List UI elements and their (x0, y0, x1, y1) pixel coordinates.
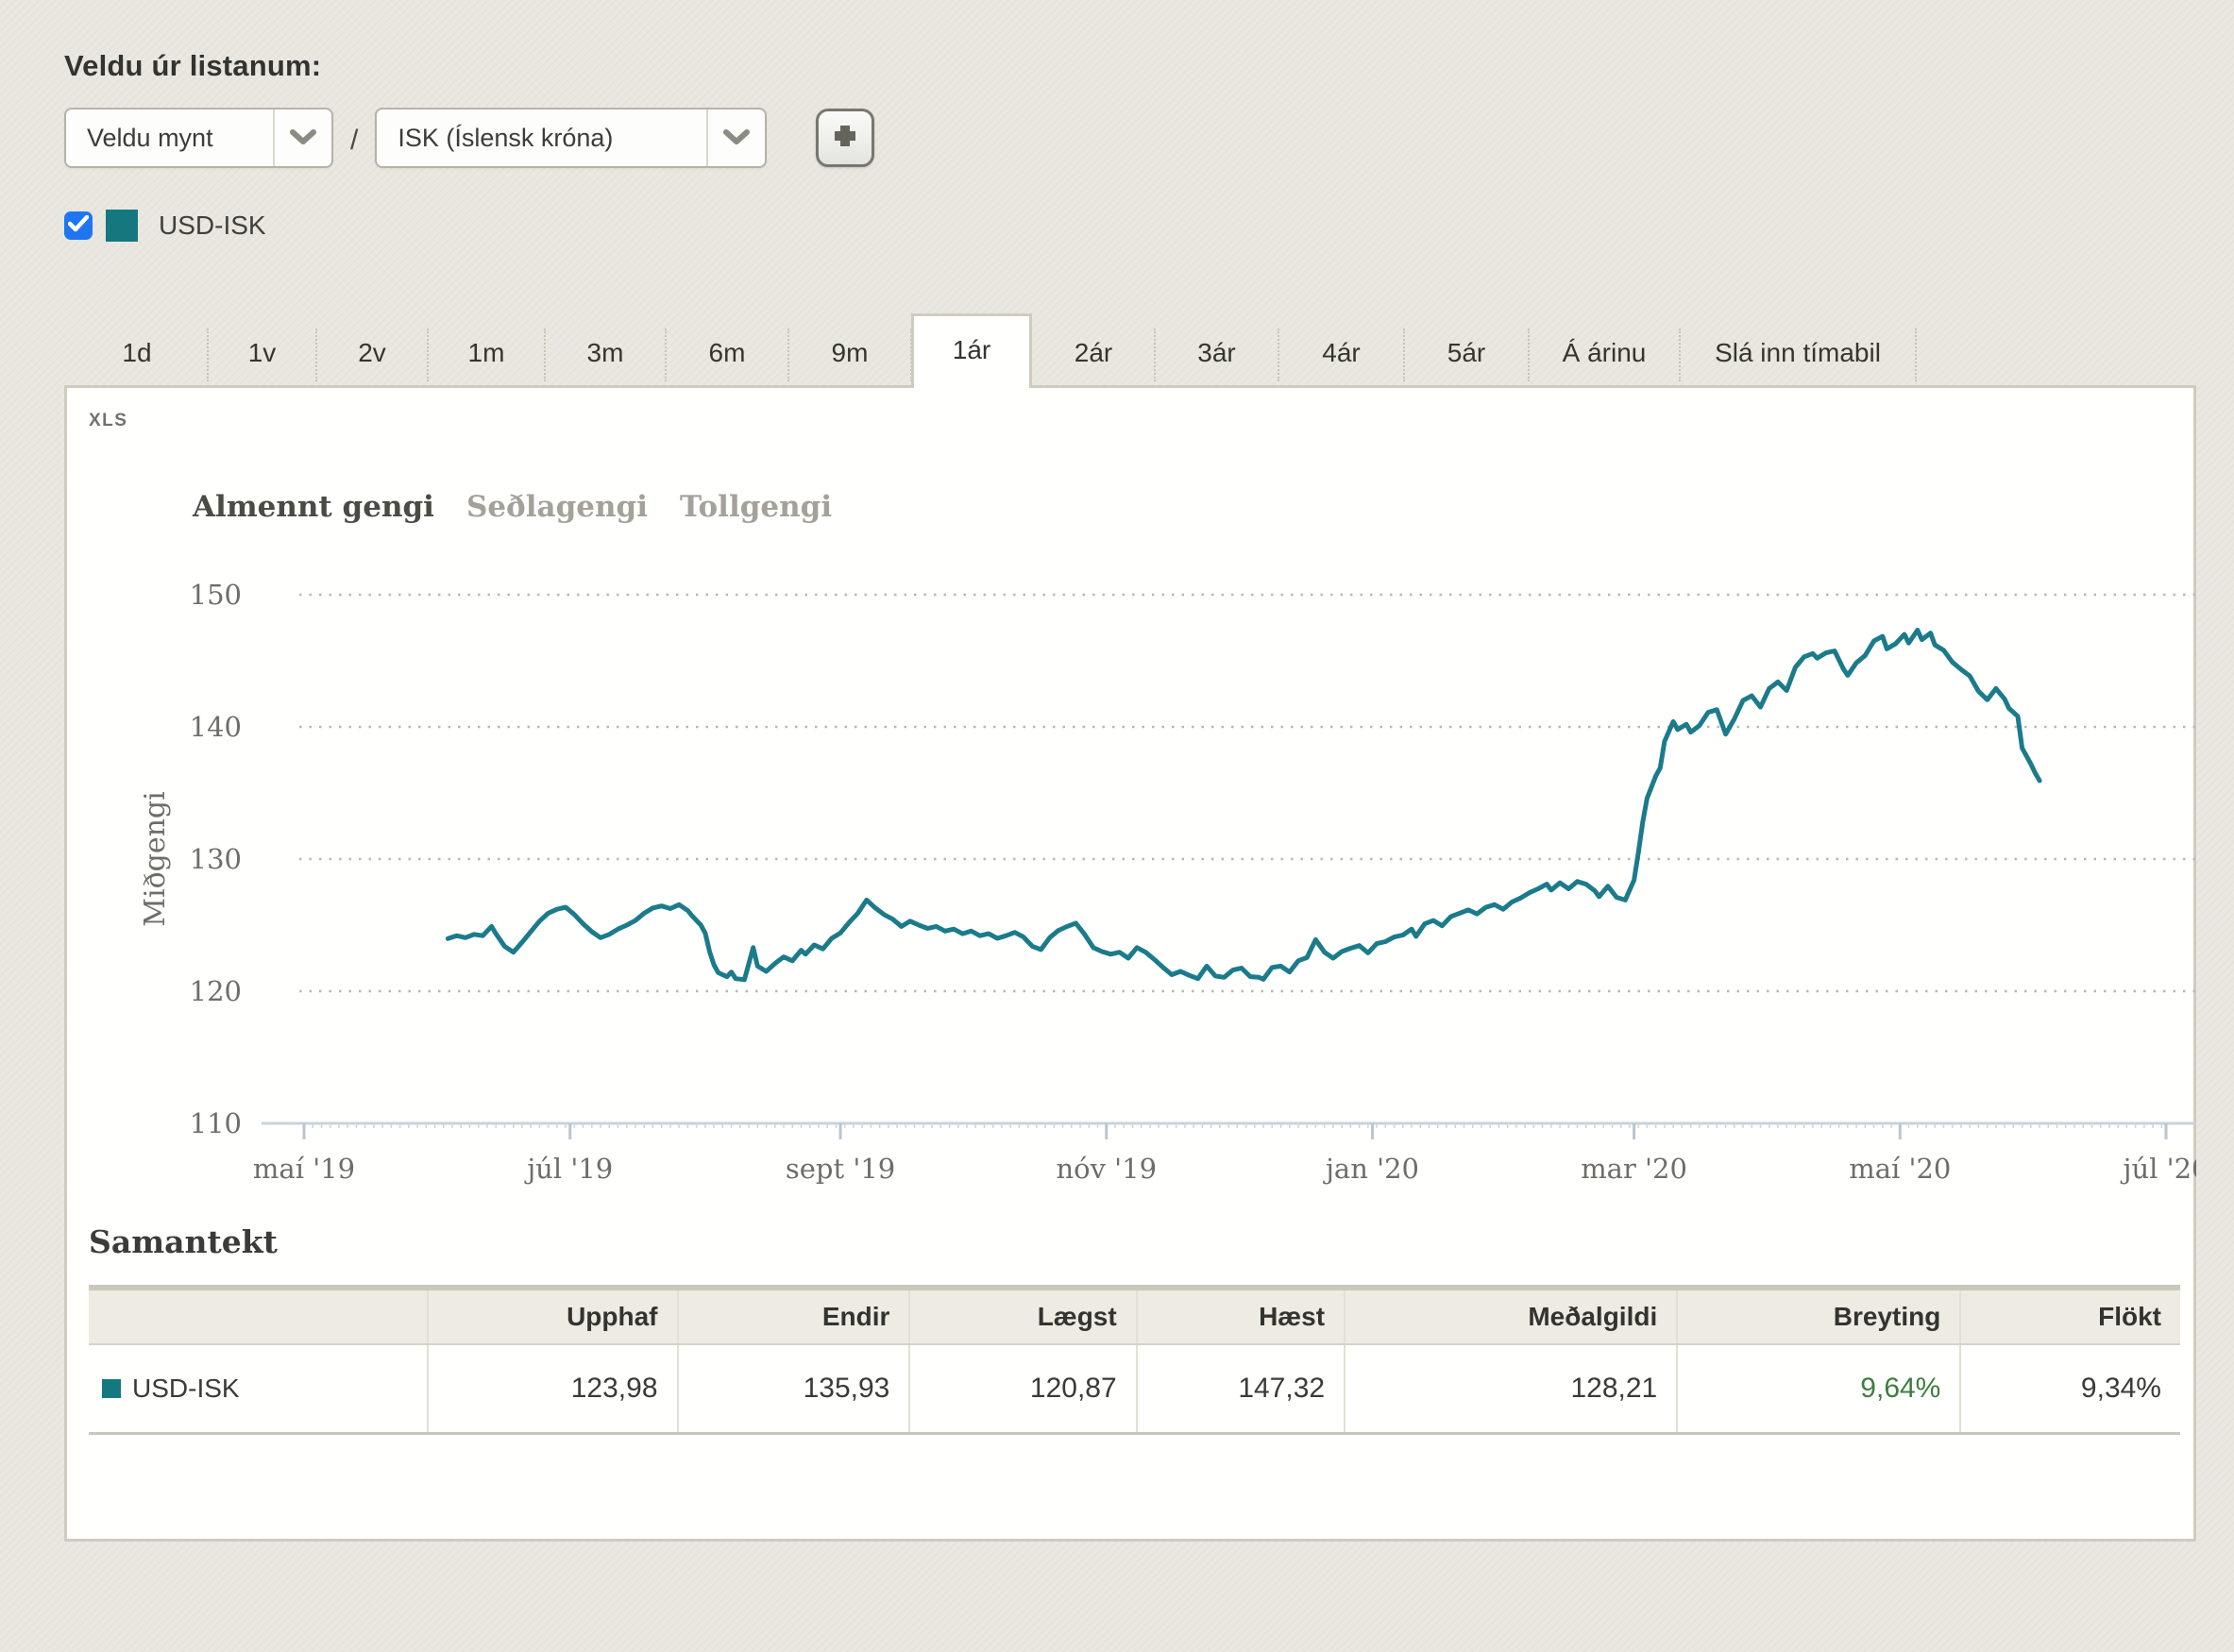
value-laegst: 120,87 (909, 1344, 1136, 1433)
table-row-usd-isk: USD-ISK 123,98 135,93 120,87 147,32 128,… (89, 1344, 2180, 1433)
currency-to-dropdown[interactable]: ISK (Íslensk króna) (375, 108, 767, 168)
tab-sedlagengi[interactable]: Seðlagengi (466, 490, 648, 524)
tab-5ar[interactable]: 5ár (1404, 327, 1529, 385)
col-name (89, 1288, 428, 1344)
tab-1ar-selected[interactable]: 1ár (911, 313, 1032, 388)
svg-text:140: 140 (190, 711, 242, 743)
series-toggle-row: USD-ISK (64, 210, 2200, 242)
usd-isk-line-chart: 110 120 130 140 150 Miðgengi maí '19 júl '19 sep… (89, 528, 2196, 1207)
xls-export-link[interactable]: XLS (89, 411, 2193, 431)
page: Veldu úr listanum: Veldu mynt / ISK (Ísl… (0, 0, 2234, 1542)
currency-to-value: ISK (Íslensk króna) (377, 110, 706, 166)
svg-text:sept '19: sept '19 (786, 1153, 895, 1185)
series-color-swatch (102, 1379, 121, 1398)
series-label: USD-ISK (159, 211, 266, 241)
value-endir: 135,93 (678, 1344, 910, 1433)
chart-panel: 1d 1v 2v 1m 3m 6m 9m 1ár 2ár 3ár 4ár 5ár… (64, 304, 2196, 1542)
svg-text:Miðgengi: Miðgengi (139, 791, 172, 926)
tab-1d[interactable]: 1d (66, 327, 208, 385)
tab-2v[interactable]: 2v (316, 327, 428, 385)
svg-text:nóv '19: nóv '19 (1056, 1153, 1157, 1185)
check-icon (68, 215, 89, 237)
tab-9m[interactable]: 9m (788, 327, 911, 385)
col-breyting: Breyting (1677, 1288, 1960, 1344)
chevron-down-icon (273, 110, 331, 166)
currency-pair-separator: / (350, 119, 358, 157)
summary-header-row: Upphaf Endir Lægst Hæst Meðalgildi Breyt… (89, 1288, 2180, 1344)
series-color-swatch (106, 210, 138, 242)
svg-text:mar '20: mar '20 (1581, 1153, 1687, 1185)
tab-almennt-gengi[interactable]: Almennt gengi (193, 490, 434, 524)
plus-icon (830, 121, 860, 156)
tab-3m[interactable]: 3m (545, 327, 666, 385)
currency-from-dropdown[interactable]: Veldu mynt (64, 108, 333, 168)
col-haest: Hæst (1137, 1288, 1345, 1344)
tab-1v[interactable]: 1v (208, 327, 316, 385)
col-laegst: Lægst (909, 1288, 1136, 1344)
col-upphaf: Upphaf (428, 1288, 678, 1344)
value-upphaf: 123,98 (428, 1344, 678, 1433)
svg-text:130: 130 (190, 843, 242, 875)
currency-selector-row: Veldu mynt / ISK (Íslensk króna) (64, 108, 2200, 168)
tab-2ar[interactable]: 2ár (1032, 327, 1155, 385)
svg-text:júl '19: júl '19 (524, 1153, 613, 1185)
svg-text:jan '20: jan '20 (1323, 1153, 1419, 1185)
value-haest: 147,32 (1137, 1344, 1345, 1433)
value-breyting: 9,64% (1677, 1344, 1960, 1433)
value-medalgildi: 128,21 (1345, 1344, 1677, 1433)
col-flokt: Flökt (1960, 1288, 2180, 1344)
period-tabbar: 1d 1v 2v 1m 3m 6m 9m 1ár 2ár 3ár 4ár 5ár… (64, 304, 2196, 385)
currency-from-value: Veldu mynt (66, 110, 273, 166)
chevron-down-icon (706, 110, 765, 166)
page-title: Veldu úr listanum: (64, 49, 2200, 83)
col-endir: Endir (678, 1288, 910, 1344)
add-currency-pair-button[interactable] (816, 109, 874, 167)
svg-text:maí '20: maí '20 (1849, 1153, 1951, 1185)
series-checkbox[interactable] (64, 211, 93, 240)
tab-sla-inn-timabil[interactable]: Slá inn tímabil (1680, 327, 1916, 385)
svg-text:júl '20: júl '20 (2120, 1153, 2196, 1185)
tab-3ar[interactable]: 3ár (1155, 327, 1278, 385)
rate-type-tabs: Almennt gengi Seðlagengi Tollgengi (193, 490, 2193, 524)
svg-text:110: 110 (190, 1107, 242, 1139)
summary-table: Upphaf Endir Lægst Hæst Meðalgildi Breyt… (89, 1285, 2180, 1435)
col-medalgildi: Meðalgildi (1345, 1288, 1677, 1344)
tab-6m[interactable]: 6m (666, 327, 788, 385)
tab-tollgengi[interactable]: Tollgengi (680, 490, 832, 524)
line-chart: 110 120 130 140 150 Miðgengi maí '19 júl '19 sep… (89, 528, 2193, 1212)
svg-text:150: 150 (190, 579, 242, 611)
chart-panel-body: XLS Almennt gengi Seðlagengi Tollgengi 1… (64, 385, 2196, 1542)
tab-4ar[interactable]: 4ár (1278, 327, 1404, 385)
value-flokt: 9,34% (1960, 1344, 2180, 1433)
tab-1m[interactable]: 1m (428, 327, 545, 385)
svg-text:maí '19: maí '19 (253, 1153, 355, 1185)
summary-heading: Samantekt (89, 1223, 2193, 1260)
svg-text:120: 120 (190, 975, 242, 1007)
row-series-name: USD-ISK (102, 1374, 408, 1404)
tab-a-arinu[interactable]: Á árinu (1529, 327, 1680, 385)
